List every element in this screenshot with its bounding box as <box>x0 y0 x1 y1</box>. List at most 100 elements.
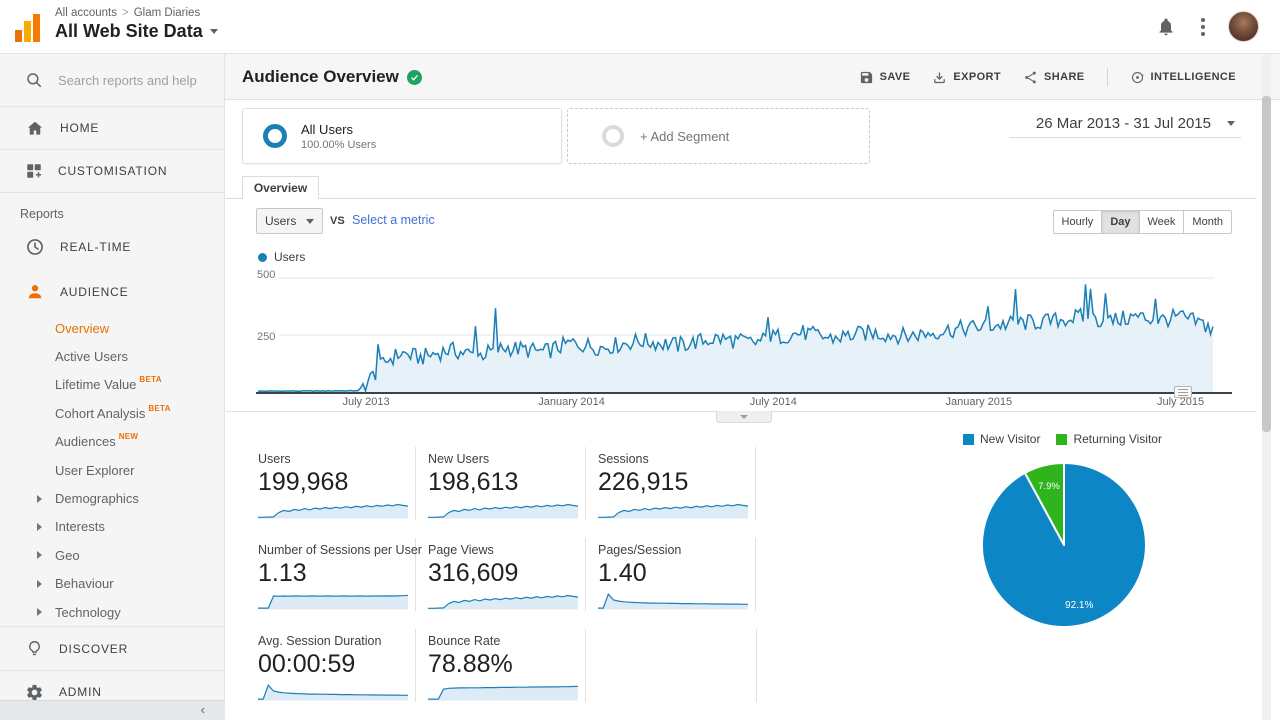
share-button[interactable]: SHARE <box>1023 70 1085 85</box>
scorecard-row-1: Users 199,968 New Users 198,613 Sessions 226,… <box>258 447 756 520</box>
scorecard-bounce-rate[interactable]: Bounce Rate 78.88% <box>416 629 586 702</box>
sidebar-item-audience[interactable]: AUDIENCE <box>0 272 224 312</box>
scorecard-pages-session[interactable]: Pages/Session 1.40 <box>586 538 756 611</box>
date-range-text: 26 Mar 2013 - 31 Jul 2015 <box>1035 115 1211 132</box>
granularity-week[interactable]: Week <box>1138 210 1185 234</box>
logo-bar <box>15 30 22 42</box>
scorecard-label: New Users <box>428 452 490 466</box>
legend-returning-visitor: Returning Visitor <box>1056 432 1162 446</box>
notifications-bell-icon[interactable] <box>1156 17 1176 42</box>
sidebar-item-label: Active Users <box>55 349 128 365</box>
metric-selector-dropdown[interactable]: Users <box>256 208 324 234</box>
sidebar-item-geo[interactable]: Geo <box>0 541 224 569</box>
y-axis-label: 500 <box>257 269 280 281</box>
sidebar-item-technology[interactable]: Technology <box>0 598 224 626</box>
page-title-row: Audience Overview <box>242 54 422 100</box>
view-title: All Web Site Data <box>55 21 203 41</box>
customisation-icon <box>25 162 43 180</box>
visitor-type-pie-chart[interactable]: 92.1% 7.9% <box>979 460 1149 630</box>
sidebar-item-customisation[interactable]: CUSTOMISATION <box>0 150 224 193</box>
badge-beta: BETA <box>148 403 171 413</box>
segment-donut-icon <box>263 124 287 148</box>
scorecard-new-users[interactable]: New Users 198,613 <box>416 447 586 520</box>
scorecard-sparkline <box>598 503 748 519</box>
verified-shield-icon <box>406 69 422 85</box>
x-axis-labels: July 2013 January 2014 July 2014 January 20… <box>256 396 1232 410</box>
sidebar-item-label: Behaviour <box>55 576 114 592</box>
scorecard-sparkline <box>258 594 408 610</box>
sidebar-item-label: Demographics <box>55 491 139 507</box>
granularity-group: Hourly Day Week Month <box>1052 210 1232 234</box>
chart-collapse-tab[interactable] <box>716 411 772 423</box>
granularity-hourly[interactable]: Hourly <box>1052 210 1103 234</box>
segment-all-users[interactable]: All Users 100.00% Users <box>242 108 562 164</box>
view-selector[interactable]: All Web Site Data <box>55 21 218 42</box>
scrollbar-thumb[interactable] <box>1262 96 1271 432</box>
select-metric-link[interactable]: Select a metric <box>352 213 435 227</box>
sidebar-item-cohort-analysis[interactable]: Cohort Analysis BETA <box>0 399 224 427</box>
clock-icon <box>25 237 45 257</box>
expand-arrow-icon <box>37 579 42 588</box>
save-label: SAVE <box>879 71 911 83</box>
scorecard-avg-session-duration[interactable]: Avg. Session Duration 00:00:59 <box>258 629 416 702</box>
export-button[interactable]: EXPORT <box>932 70 1001 85</box>
x-axis-label: July 2013 <box>342 396 390 408</box>
granularity-month[interactable]: Month <box>1183 210 1232 234</box>
date-range-selector[interactable]: 26 Mar 2013 - 31 Jul 2015 <box>1009 110 1241 138</box>
sidebar-item-audiences[interactable]: Audiences NEW <box>0 428 224 456</box>
y-axis-label: 250 <box>257 331 280 343</box>
scorecard-sparkline <box>598 593 748 610</box>
scorecard-sessions[interactable]: Sessions 226,915 <box>586 447 756 520</box>
timeline-slider-handle[interactable] <box>1174 386 1192 398</box>
x-axis-label: July 2014 <box>749 396 797 408</box>
sidebar-item-user-explorer[interactable]: User Explorer <box>0 456 224 484</box>
add-segment-label: + Add Segment <box>640 128 730 144</box>
reports-section-label: Reports <box>20 207 64 221</box>
badge-new: NEW <box>118 432 139 442</box>
report-toolbar: SAVE EXPORT SHARE INTELLIGENCE <box>859 54 1236 100</box>
tab-overview[interactable]: Overview <box>242 176 319 199</box>
sidebar-item-lifetime-value[interactable]: Lifetime Value BETA <box>0 371 224 399</box>
pie-slice-label: 92.1% <box>1065 600 1093 611</box>
save-button[interactable]: SAVE <box>859 70 911 85</box>
scorecard-value: 00:00:59 <box>258 650 356 678</box>
sidebar-item-active-users[interactable]: Active Users <box>0 342 224 370</box>
sidebar-item-real-time[interactable]: REAL-TIME <box>0 227 224 267</box>
scorecard-sparkline <box>258 684 408 701</box>
scorecard-number-of-sessions-per-user[interactable]: Number of Sessions per User 1.13 <box>258 538 422 611</box>
scorecard-page-views[interactable]: Page Views 316,609 <box>416 538 586 611</box>
scorecard-users[interactable]: Users 199,968 <box>258 447 416 520</box>
sidebar-item-discover[interactable]: DISCOVER <box>0 626 224 670</box>
analytics-logo-icon[interactable] <box>15 12 40 42</box>
legend-swatch-icon <box>1056 433 1068 445</box>
granularity-day[interactable]: Day <box>1101 210 1140 234</box>
search-input[interactable] <box>58 72 208 88</box>
scorecard-value: 78.88% <box>428 650 513 678</box>
tab-label: Overview <box>253 181 308 195</box>
chart-legend: Users <box>258 250 305 264</box>
sidebar-collapse-bar[interactable]: ‹ <box>0 700 225 720</box>
scorecard-row-2: Number of Sessions per User 1.13 Page View… <box>258 538 756 611</box>
expand-arrow-icon <box>37 608 42 617</box>
user-avatar[interactable] <box>1228 11 1259 42</box>
scorecard-label: Bounce Rate <box>428 634 501 648</box>
breadcrumb-all-accounts[interactable]: All accounts <box>55 7 117 19</box>
sidebar-item-label: User Explorer <box>55 462 135 478</box>
breadcrumb-property[interactable]: Glam Diaries <box>134 7 200 19</box>
scorecard-sparkline <box>428 685 578 701</box>
chevron-down-icon <box>306 218 315 224</box>
sidebar-item-home[interactable]: HOME <box>0 107 224 150</box>
scorecard-label: Users <box>258 452 291 466</box>
add-segment-button[interactable]: + Add Segment <box>567 108 870 164</box>
legend-label: Returning Visitor <box>1073 432 1162 446</box>
sidebar-item-interests[interactable]: Interests <box>0 513 224 541</box>
intelligence-button[interactable]: INTELLIGENCE <box>1130 70 1236 85</box>
sidebar-item-behaviour[interactable]: Behaviour <box>0 570 224 598</box>
sidebar-item-overview[interactable]: Overview <box>0 314 224 342</box>
collapse-chevron-icon: ‹ <box>200 702 205 717</box>
kebab-menu-icon[interactable] <box>1201 18 1205 39</box>
sidebar-item-demographics[interactable]: Demographics <box>0 484 224 512</box>
x-axis-line <box>256 392 1232 394</box>
users-timeseries-chart[interactable] <box>256 268 1232 394</box>
export-label: EXPORT <box>953 71 1002 83</box>
